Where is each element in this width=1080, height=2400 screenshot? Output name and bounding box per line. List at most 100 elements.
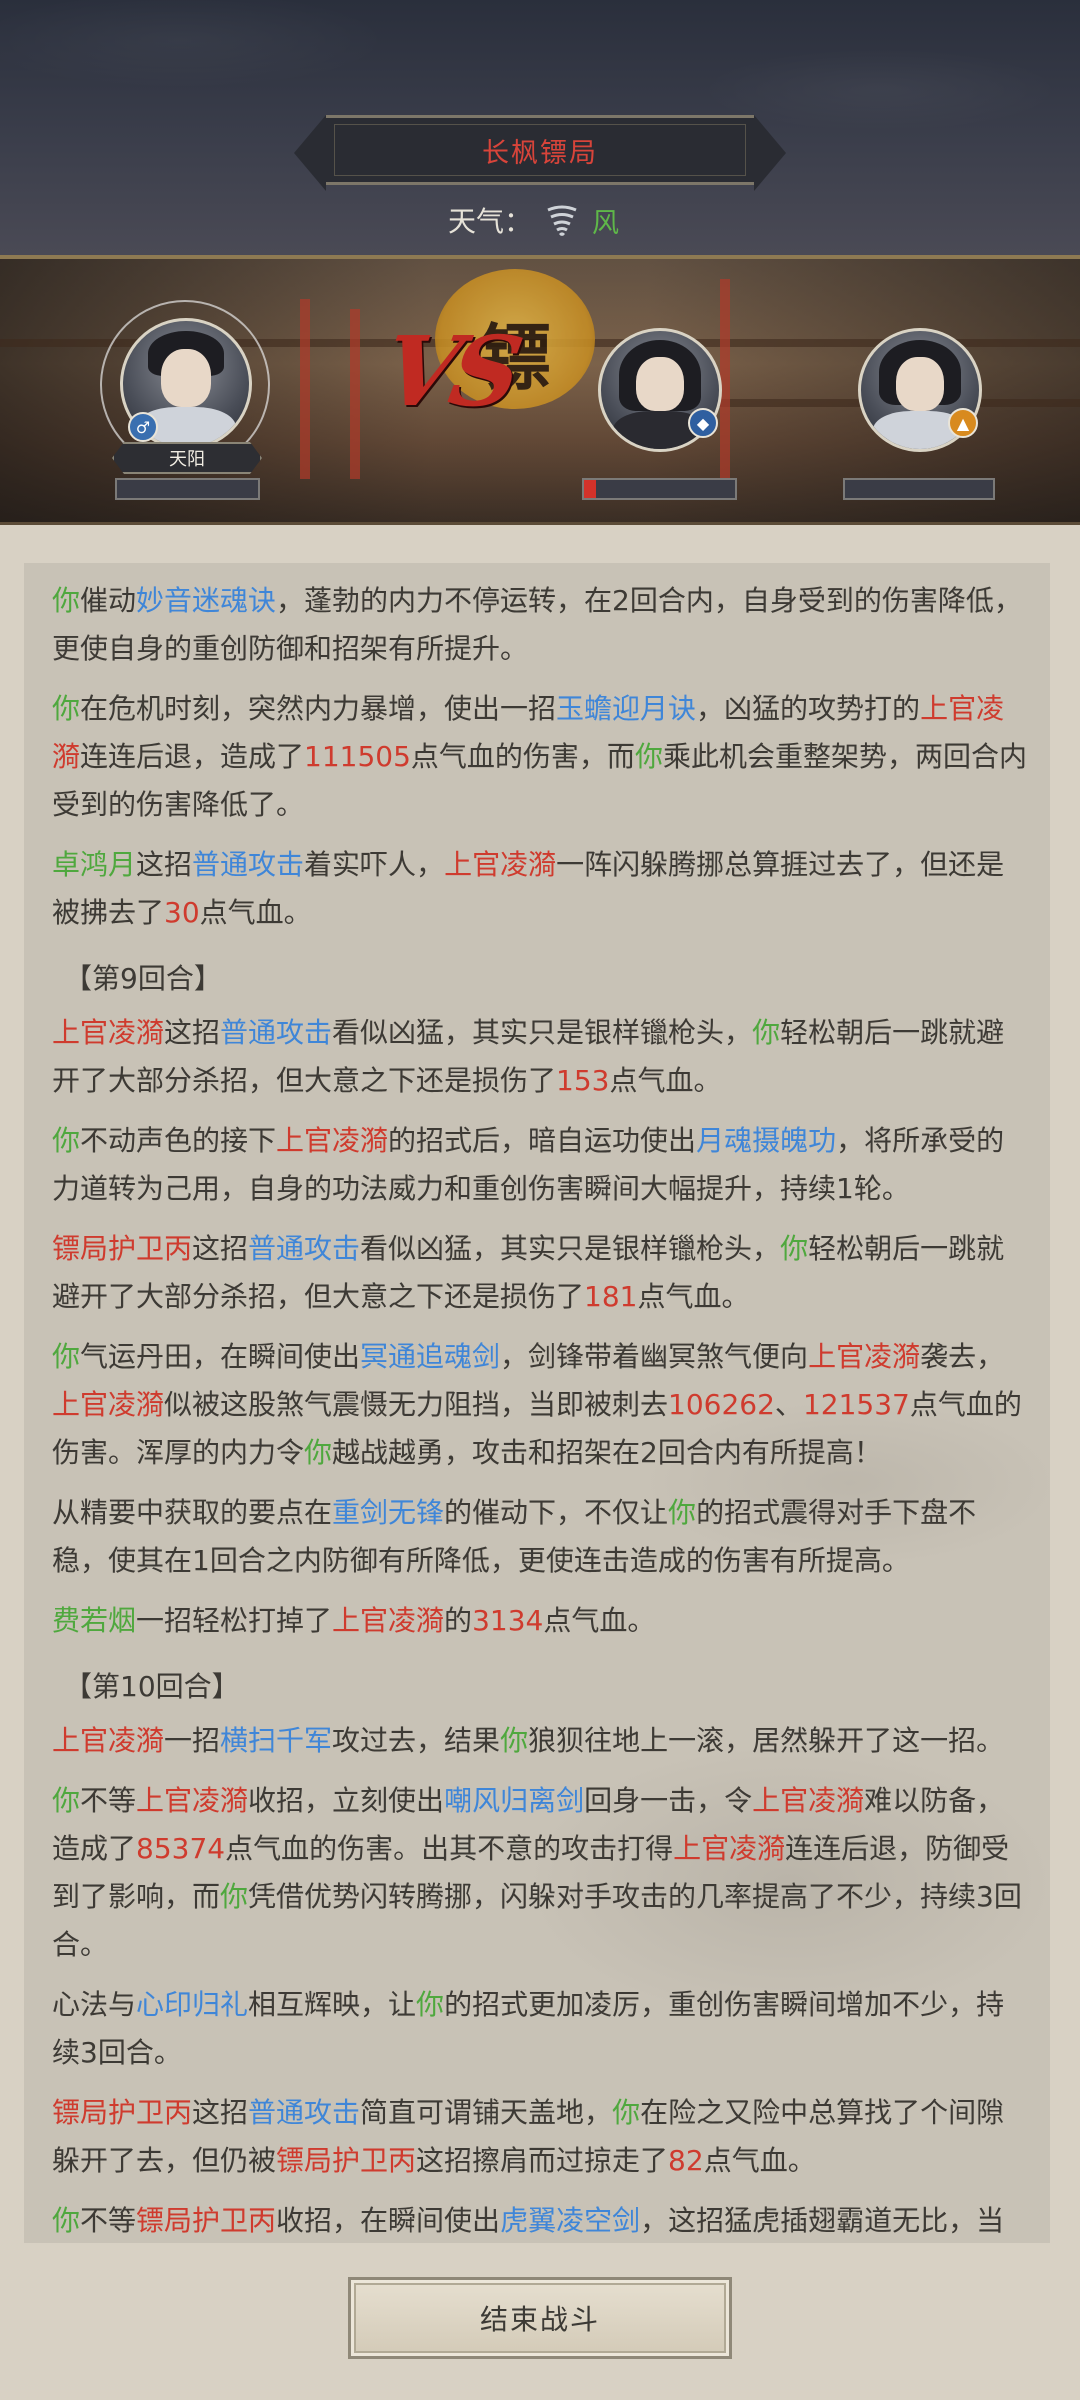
log-entry: 从精要中获取的要点在重剑无锋的催动下，不仅让你的招式震得对手下盘不稳，使其在1回… [52,1489,1032,1585]
log-entry: 你不等镖局护卫丙收招，在瞬间使出虎翼凌空剑，这招猛虎插翅霸道无比，当即打掉镖局护… [52,2197,1032,2243]
enemy-or-damage: 镖局护卫丙 [52,1232,193,1265]
log-entry: 你催动妙音迷魂诀，蓬勃的内力不停运转，在2回合内，自身受到的伤害降低，更使自身的… [52,577,1032,673]
background-post [720,279,730,479]
enemy-or-damage: 3134 [472,1604,544,1637]
log-text: 这招 [192,1232,249,1265]
log-text: 收招，在瞬间使出 [276,2204,501,2237]
skill-name: 虎翼凌空剑 [500,2204,641,2237]
log-text: 相互辉映，让 [248,1988,417,2021]
enemy-or-damage: 上官凌漪 [808,1340,921,1373]
skill-name: 横扫千军 [220,1724,333,1757]
log-text: 的 [444,1604,473,1637]
log-text: 回身一击，令 [584,1784,753,1817]
log-text: 点气血。 [703,2144,816,2177]
log-text: 看似凶猛，其实只是银样镴枪头， [360,1232,781,1265]
log-text: 袭去， [920,1340,1005,1373]
skill-name: 嘲风归离剑 [444,1784,585,1817]
ally-name: 你 [304,1436,333,1469]
ally-name: 你 [634,740,663,773]
log-area: 你催动妙音迷魂诀，蓬勃的内力不停运转，在2回合内，自身受到的伤害降低，更使自身的… [0,525,1080,2400]
log-entry: 卓鸿月这招普通攻击着实吓人，上官凌漪一阵闪躲腾挪总算捱过去了，但还是被拂去了30… [52,841,1032,937]
enemy-or-damage: 上官凌漪 [52,1016,165,1049]
log-text: 点气血的伤害，而 [410,740,635,773]
enemy-or-damage: 111505 [304,740,411,773]
log-text: 简直可谓铺天盖地， [360,2096,613,2129]
enemy-or-damage: 上官凌漪 [444,848,557,881]
title-plate: 长枫镖局 [294,115,786,191]
log-entry: 你气运丹田，在瞬间使出冥通追魂剑，剑锋带着幽冥煞气便向上官凌漪袭去，上官凌漪似被… [52,1333,1032,1477]
log-text: 一招轻松打掉了 [136,1604,333,1637]
enemy-or-damage: 上官凌漪 [136,1784,249,1817]
log-text: 点气血。 [543,1604,656,1637]
log-text: 越战越勇，攻击和招架在2回合内有所提高！ [332,1436,882,1469]
skill-name: 冥通追魂剑 [360,1340,501,1373]
enemy-or-damage: 上官凌漪 [332,1604,445,1637]
log-text: 一招 [164,1724,221,1757]
log-entry: 你在危机时刻，突然内力暴增，使出一招玉蟾迎月诀，凶猛的攻势打的上官凌漪连连后退，… [52,685,1032,829]
log-text: 这招 [192,2096,249,2129]
ally-name: 你 [780,1232,809,1265]
ally-name: 你 [52,584,81,617]
skill-name: 月魂摄魄功 [696,1124,837,1157]
log-text: 狼狈往地上一滚，居然躲开了这一招。 [528,1724,1005,1757]
flame-icon: ▲ [948,408,978,438]
log-text: 点气血的伤害。出其不意的攻击打得 [225,1832,674,1865]
player-name: 天阳 [169,449,205,470]
log-text: 不等 [80,2204,137,2237]
enemy-or-damage: 121537 [802,1388,910,1421]
log-text: 点气血。 [199,896,312,929]
ally-name: 你 [612,2096,641,2129]
log-text: ，剑锋带着幽冥煞气便向 [500,1340,809,1373]
header: 长枫镖局 天气： 风 [0,0,1080,255]
skill-name: 普通攻击 [220,1016,333,1049]
male-icon: ♂ [128,412,158,442]
enemy-or-damage: 181 [584,1280,638,1313]
log-text: 的招式后，暗自运功使出 [388,1124,697,1157]
ally-name: 你 [52,2204,81,2237]
log-text: 这招擦肩而过掠走了 [416,2144,669,2177]
log-entry: 镖局护卫丙这招普通攻击简直可谓铺天盖地，你在险之又险中总算找了个间隙躲开了去，但… [52,2089,1032,2185]
log-entry: 费若烟一招轻松打掉了上官凌漪的3134点气血。 [52,1597,1032,1645]
background-post [300,299,310,479]
skill-name: 玉蟾迎月诀 [556,692,697,725]
enemy-or-damage: 上官凌漪 [276,1124,389,1157]
ally-name: 你 [416,1988,445,2021]
log-text: 不等 [80,1784,137,1817]
log-entry: 上官凌漪这招普通攻击看似凶猛，其实只是银样镴枪头，你轻松朝后一跳就避开了大部分杀… [52,1009,1032,1105]
ally-name: 你 [52,1340,81,1373]
round-header: 【第10回合】 [64,1670,240,1703]
log-text: 点气血。 [637,1280,750,1313]
log-text: 这招 [136,848,193,881]
enemy-or-damage: 153 [556,1064,610,1097]
log-text: 这招 [164,1016,221,1049]
enemy-or-damage: 上官凌漪 [52,1388,165,1421]
enemy-or-damage: 30 [164,896,200,929]
weather-indicator: 天气： 风 [448,200,619,240]
ally-name: 卓鸿月 [52,848,137,881]
log-text: 攻过去，结果 [332,1724,501,1757]
enemy-or-damage: 镖局护卫丙 [276,2144,417,2177]
log-entry: 上官凌漪一招横扫千军攻过去，结果你狼狈往地上一滚，居然躲开了这一招。 [52,1717,1032,1765]
ally-name: 你 [52,692,81,725]
log-text: 、 [774,1388,803,1421]
weather-label: 天气： [448,205,533,238]
log-text: 在危机时刻，突然内力暴增，使出一招 [80,692,557,725]
log-text: 从精要中获取的要点在 [52,1496,333,1529]
ally-name: 你 [500,1724,529,1757]
skill-name: 普通攻击 [192,848,305,881]
ally-name: 你 [52,1124,81,1157]
ally-name: 你 [752,1016,781,1049]
log-text: 点气血。 [609,1064,722,1097]
combat-log[interactable]: 你催动妙音迷魂诀，蓬勃的内力不停运转，在2回合内，自身受到的伤害降低，更使自身的… [24,563,1050,2243]
log-text: 气运丹田，在瞬间使出 [80,1340,361,1373]
enemy-or-damage: 82 [668,2144,704,2177]
enemy-1-hp-bar [582,478,737,500]
log-text: 着实吓人， [304,848,445,881]
background-post [350,309,360,479]
log-text: 连连后退，造成了 [80,740,305,773]
log-entry: 心法与心印归礼相互辉映，让你的招式更加凌厉，重创伤害瞬间增加不少，持续3回合。 [52,1981,1032,2077]
player-name-plate: 天阳 [112,442,262,474]
end-battle-button[interactable]: 结束战斗 [348,2277,732,2359]
round-header: 【第9回合】 [64,962,222,995]
log-text: 心法与 [52,1988,137,2021]
